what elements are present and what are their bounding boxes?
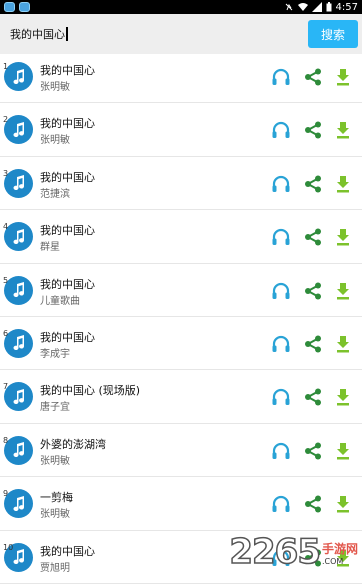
song-title: 我的中国心 <box>40 64 95 77</box>
music-note-icon <box>4 435 33 465</box>
song-title: 我的中国心 <box>40 544 95 558</box>
share-icon[interactable] <box>302 440 324 462</box>
headphones-icon[interactable] <box>270 333 292 355</box>
watermark-cn: 手游网 <box>321 542 358 556</box>
song-artist: 李成宇 <box>40 348 70 360</box>
song-artist: 贾旭明 <box>40 562 70 574</box>
download-icon[interactable] <box>332 119 354 141</box>
results-list: 1 我的中国心 张明敏 2 我的中国心 张明敏 3 我的中国心 范捷滨 4 我的中国心 群星 5 我的中国… <box>0 50 362 584</box>
song-artist: 张明敏 <box>40 509 70 521</box>
row-number: 1 <box>3 62 9 71</box>
share-icon[interactable] <box>302 66 324 88</box>
music-note-icon <box>4 115 33 145</box>
row-number: 7 <box>3 382 9 392</box>
list-item[interactable]: 2 我的中国心张明敏 <box>0 103 362 157</box>
share-icon[interactable] <box>302 173 324 195</box>
row-number: 8 <box>3 435 9 445</box>
music-note-icon <box>4 328 33 358</box>
song-title: 我的中国心 <box>40 330 95 344</box>
wifi-icon <box>297 3 308 11</box>
app-notification-icon <box>19 2 30 12</box>
share-icon[interactable] <box>302 226 324 248</box>
list-item[interactable]: 3 我的中国心范捷滨 <box>0 157 362 211</box>
headphones-icon[interactable] <box>270 226 292 248</box>
song-artist: 群星 <box>40 242 60 254</box>
signal-icon <box>311 2 322 12</box>
headphones-icon[interactable] <box>270 280 292 302</box>
song-artist: 范捷滨 <box>40 188 70 200</box>
song-title: 一剪梅 <box>40 491 73 505</box>
download-icon[interactable] <box>332 226 354 248</box>
song-title: 我的中国心 <box>40 224 95 238</box>
row-number: 10 <box>3 542 14 552</box>
watermark-number: 2265 <box>229 532 322 572</box>
share-icon[interactable] <box>302 333 324 355</box>
battery-icon <box>326 2 332 12</box>
status-indicators: 4:57 <box>284 2 358 13</box>
text-caret <box>66 27 68 41</box>
music-note-icon <box>4 62 33 91</box>
download-icon[interactable] <box>332 440 354 462</box>
mute-icon <box>285 3 292 11</box>
list-item[interactable]: 4 我的中国心群星 <box>0 210 362 264</box>
row-number: 9 <box>3 489 9 499</box>
share-icon[interactable] <box>302 280 324 302</box>
status-bar: 4:57 <box>0 0 362 14</box>
app-notification-icon <box>4 2 15 12</box>
music-note-icon <box>4 222 33 252</box>
song-title: 我的中国心 <box>40 117 95 131</box>
row-number: 5 <box>3 275 9 285</box>
download-icon[interactable] <box>332 333 354 355</box>
download-icon[interactable] <box>332 280 354 302</box>
download-icon[interactable] <box>332 173 354 195</box>
share-icon[interactable] <box>302 493 324 515</box>
headphones-icon[interactable] <box>270 173 292 195</box>
notification-icons <box>4 2 30 12</box>
row-number: 2 <box>3 115 9 125</box>
song-artist: 唐子宜 <box>40 402 70 414</box>
song-title: 我的中国心 (现场版) <box>40 384 141 398</box>
list-item[interactable]: 8 外婆的澎湖湾 张明敏 <box>0 424 362 478</box>
headphones-icon[interactable] <box>270 440 292 462</box>
list-item[interactable]: 6 我的中国心李成宇 <box>0 317 362 371</box>
song-artist: 张明敏 <box>40 455 70 467</box>
list-item[interactable]: 7 我的中国心 (现场版) 唐子宜 <box>0 370 362 424</box>
song-artist: 儿童歌曲 <box>40 295 80 307</box>
list-item[interactable]: 5 我的中国心儿童歌曲 <box>0 264 362 317</box>
share-icon[interactable] <box>302 119 324 141</box>
list-item[interactable]: 1 我的中国心张明敏 <box>0 50 362 104</box>
headphones-icon[interactable] <box>270 119 292 141</box>
search-bar: 我的中国心 搜索 <box>0 14 362 54</box>
headphones-icon[interactable] <box>270 66 292 88</box>
music-note-icon <box>4 168 33 198</box>
search-button[interactable]: 搜索 <box>308 20 358 48</box>
download-icon[interactable] <box>332 386 354 408</box>
music-note-icon <box>4 489 33 519</box>
song-artist: 张明敏 <box>40 82 70 93</box>
music-note-icon <box>4 382 33 412</box>
search-query: 我的中国心 <box>10 28 65 41</box>
list-item[interactable]: 9 一剪梅张明敏 <box>0 477 362 531</box>
headphones-icon[interactable] <box>270 493 292 515</box>
download-icon[interactable] <box>332 66 354 88</box>
song-title: 我的中国心 <box>40 277 95 291</box>
search-input[interactable]: 我的中国心 <box>4 19 308 49</box>
music-note-icon <box>4 275 33 305</box>
song-artist: 张明敏 <box>40 135 70 147</box>
row-number: 3 <box>3 168 9 178</box>
watermark-url: .COM <box>321 557 344 566</box>
song-title: 我的中国心 <box>40 170 95 184</box>
song-title: 外婆的澎湖湾 <box>40 437 106 451</box>
clock: 4:57 <box>335 1 358 13</box>
row-number: 4 <box>3 222 9 232</box>
row-number: 6 <box>3 328 9 338</box>
download-icon[interactable] <box>332 493 354 515</box>
headphones-icon[interactable] <box>270 386 292 408</box>
site-watermark: 2265 手游网 .COM <box>229 532 358 572</box>
share-icon[interactable] <box>302 386 324 408</box>
